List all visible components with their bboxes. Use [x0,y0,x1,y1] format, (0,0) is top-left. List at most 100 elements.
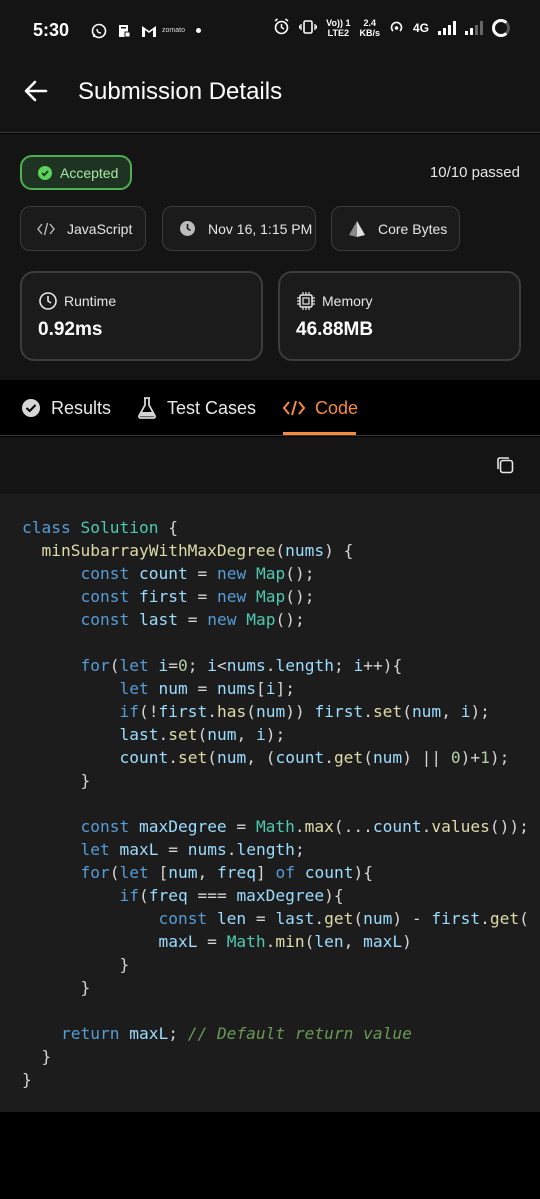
code-token: for [80,863,110,882]
code-token: , [441,702,461,721]
code-token: . [324,748,334,767]
back-button[interactable] [22,77,50,105]
code-token: ); [470,702,490,721]
code-line: class Solution { [22,516,529,539]
code-viewer[interactable]: class Solution { minSubarrayWithMaxDegre… [0,494,540,1112]
code-token: num [411,702,442,721]
code-token: ( [138,886,149,905]
code-token: num [207,725,237,744]
code-token: . [294,817,305,836]
code-token: of [275,863,295,882]
code-token: ( [197,725,208,744]
code-token: has [216,702,247,721]
copy-button[interactable] [495,455,515,475]
code-token: } [22,771,91,790]
code-token: new [216,587,247,606]
code-line: } [22,769,529,792]
code-token: get [333,748,364,767]
active-tab-indicator [283,432,356,435]
code-token: ; [294,840,305,859]
code-line: const last = new Map(); [22,608,529,631]
code-token: (); [275,610,305,629]
code-token: (); [285,587,315,606]
code-toolbar [0,437,540,494]
code-line: count.set(num, (count.get(num) || 0)+1); [22,746,529,769]
check-circle-icon [22,399,40,417]
memory-label: Memory [322,293,373,309]
code-icon [37,222,55,235]
code-token: first [314,702,364,721]
code-token: nums [187,840,227,859]
status-badge: Accepted [20,155,132,190]
code-token: ( [402,702,412,721]
code-token: last [119,725,159,744]
code-line: const count = new Map(); [22,562,529,585]
whatsapp-icon [90,22,107,39]
code-token: ()); [489,817,529,836]
code-token: < [216,656,227,675]
timer-icon [39,292,57,310]
code-token: = [177,610,208,629]
code-icon [283,400,305,416]
code-token: Solution [80,518,159,537]
zomato-icon: zomato [162,27,185,34]
code-token: len [314,932,344,951]
tab-results[interactable]: Results [21,380,111,436]
code-token: = [197,932,227,951]
code-token: ( [275,541,286,560]
code-token: i [207,656,217,675]
code-token: . [207,702,217,721]
code-token: set [372,702,403,721]
tab-code[interactable]: Code [283,380,358,436]
network-type: 4G [412,21,429,35]
code-token: ) || [402,748,451,767]
code-token: count [304,863,354,882]
code-token: = [158,840,188,859]
tab-test-cases-label: Test Cases [167,397,257,418]
code-token: } [22,978,91,997]
code-token: Math [226,932,266,951]
code-token: . [314,909,325,928]
code-token: } [22,955,130,974]
code-token: num [158,679,188,698]
code-token: [ [148,863,169,882]
code-token: Map [255,587,286,606]
code-token: ++){ [363,656,403,675]
code-token: ; [168,1024,188,1043]
code-token: { [158,518,178,537]
memory-card: Memory 46.88MB [278,271,521,361]
code-token: const [80,817,130,836]
tab-code-label: Code [315,397,359,418]
code-token: . [265,932,276,951]
tab-test-cases[interactable]: Test Cases [137,380,256,436]
code-token: , ( [246,748,276,767]
code-token: = [187,679,217,698]
date-label: Nov 16, 1:15 PM [208,220,313,237]
code-token: class [22,518,71,537]
code-token: 0 [177,656,188,675]
code-block: class Solution { minSubarrayWithMaxDegre… [22,516,529,1091]
code-token: const [80,564,130,583]
author-chip: Core Bytes [331,206,460,251]
code-token: Map [246,610,276,629]
code-token: freq [216,863,256,882]
code-token: nums [285,541,325,560]
app-header: Submission Details [0,62,540,133]
code-token: // Default return value [187,1024,412,1043]
code-token: ){ [324,886,344,905]
code-token: num [363,909,393,928]
tab-bar: Results Test Cases Code [0,380,540,436]
code-line: } [22,1068,529,1091]
code-token: 1 [480,748,490,767]
alarm-icon [273,18,290,38]
code-line: for(let [num, freq] of count){ [22,861,529,884]
